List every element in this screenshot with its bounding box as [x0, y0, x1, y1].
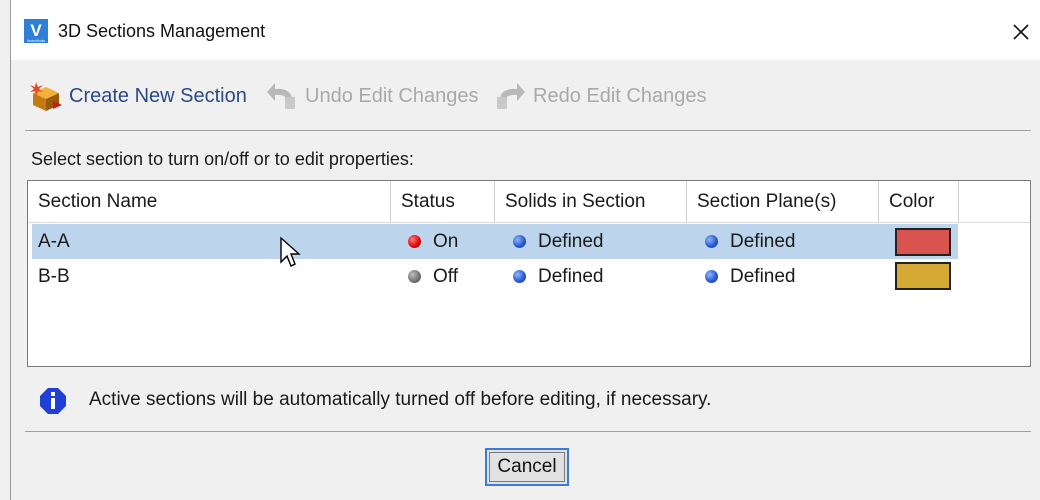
status-cell[interactable]: Off — [408, 259, 458, 294]
table-header: Section Name Status Solids in Section Se… — [28, 181, 1030, 223]
solids-cell[interactable]: Defined — [513, 224, 604, 259]
cancel-button[interactable]: Cancel — [485, 448, 569, 486]
mouse-cursor-icon — [280, 236, 301, 267]
column-header-section-planes[interactable]: Section Plane(s) — [687, 181, 879, 222]
planes-cell[interactable]: Defined — [705, 259, 796, 294]
status-text: Off — [433, 266, 458, 287]
status-off-indicator-icon — [408, 270, 421, 283]
redo-icon — [497, 83, 525, 109]
solids-cell[interactable]: Defined — [513, 259, 604, 294]
planes-text: Defined — [730, 266, 796, 287]
status-on-indicator-icon — [408, 235, 421, 248]
separator — [25, 130, 1031, 131]
undo-edit-changes-button[interactable]: Undo Edit Changes — [265, 74, 478, 118]
info-message: Active sections will be automatically tu… — [89, 389, 712, 410]
defined-indicator-icon — [513, 235, 526, 248]
table-row[interactable]: B-B Off Defined Defined — [32, 259, 958, 294]
separator — [25, 431, 1031, 432]
toolbar: Create New Section Undo Edit Changes Red… — [11, 74, 1040, 118]
create-section-icon — [30, 82, 62, 111]
status-cell[interactable]: On — [408, 224, 458, 259]
svg-text:VectorWorks: VectorWorks — [27, 39, 45, 43]
planes-text: Defined — [730, 231, 796, 252]
table-row[interactable]: A-A On Defined Defined — [32, 224, 958, 259]
defined-indicator-icon — [705, 235, 718, 248]
close-button[interactable] — [1001, 12, 1040, 52]
color-swatch[interactable] — [895, 228, 951, 256]
title-bar: V VectorWorks 3D Sections Management — [11, 0, 1040, 60]
defined-indicator-icon — [513, 270, 526, 283]
solids-text: Defined — [538, 266, 604, 287]
window-title: 3D Sections Management — [58, 21, 266, 41]
solids-text: Defined — [538, 231, 604, 252]
close-icon — [1013, 24, 1029, 40]
undo-icon — [267, 83, 295, 109]
create-new-section-label: Create New Section — [69, 84, 247, 107]
svg-text:V: V — [30, 21, 42, 40]
section-name-cell: B-B — [38, 266, 70, 287]
column-header-section-name[interactable]: Section Name — [28, 181, 391, 222]
redo-edit-changes-button[interactable]: Redo Edit Changes — [493, 74, 706, 118]
planes-cell[interactable]: Defined — [705, 224, 796, 259]
sections-table[interactable]: Section Name Status Solids in Section Se… — [27, 180, 1031, 367]
column-header-color[interactable]: Color — [879, 181, 959, 222]
info-icon — [40, 388, 66, 414]
instruction-text: Select section to turn on/off or to edit… — [31, 149, 414, 169]
color-swatch[interactable] — [895, 262, 951, 290]
undo-label: Undo Edit Changes — [305, 84, 479, 107]
section-name-cell: A-A — [38, 231, 70, 252]
defined-indicator-icon — [705, 270, 718, 283]
column-header-status[interactable]: Status — [391, 181, 495, 222]
redo-label: Redo Edit Changes — [533, 84, 707, 107]
dialog-window: V VectorWorks 3D Sections Management Cre… — [10, 0, 1040, 500]
column-header-solids[interactable]: Solids in Section — [495, 181, 687, 222]
status-text: On — [433, 231, 459, 252]
app-logo-icon: V VectorWorks — [24, 19, 48, 43]
create-new-section-button[interactable]: Create New Section — [29, 74, 247, 118]
